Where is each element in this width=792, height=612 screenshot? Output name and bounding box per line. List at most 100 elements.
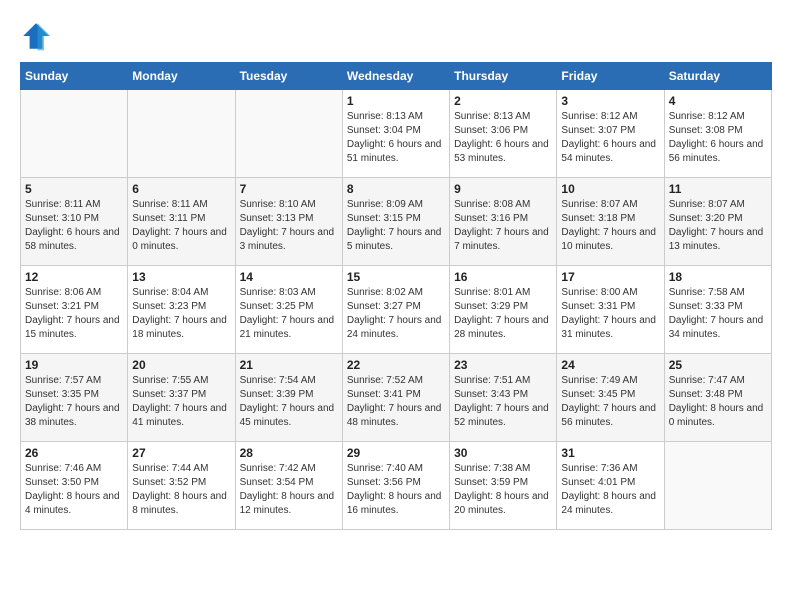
day-info: Sunrise: 8:13 AMSunset: 3:04 PMDaylight:… xyxy=(347,110,445,166)
calendar-cell: 16Sunrise: 8:01 AMSunset: 3:29 PMDayligh… xyxy=(450,266,557,354)
day-info: Sunrise: 8:09 AMSunset: 3:15 PMDaylight:… xyxy=(347,198,445,254)
day-info: Sunrise: 8:06 AMSunset: 3:21 PMDaylight:… xyxy=(25,286,123,342)
calendar-cell: 13 Sunrise: 8:04 AMSunset: 3:23 PMDayligh… xyxy=(128,266,235,354)
day-number: 1 xyxy=(347,94,445,108)
day-number: 21 xyxy=(240,358,338,372)
day-info: Sunrise: 7:40 AMSunset: 3:56 PMDaylight:… xyxy=(347,462,445,518)
weekday-header-row: SundayMondayTuesdayWednesdayThursdayFrid… xyxy=(21,63,772,90)
calendar-cell: 5 Sunrise: 8:11 AMSunset: 3:10 PMDaylight… xyxy=(21,178,128,266)
calendar-week-row: 12Sunrise: 8:06 AMSunset: 3:21 PMDayligh… xyxy=(21,266,772,354)
calendar-cell: 28 Sunrise: 7:42 AMSunset: 3:54 PMDayligh… xyxy=(235,442,342,530)
day-info: Sunrise: 8:08 AMSunset: 3:16 PMDaylight:… xyxy=(454,198,552,254)
day-number: 14 xyxy=(240,270,338,284)
weekday-header-saturday: Saturday xyxy=(664,63,771,90)
day-info: Sunrise: 7:52 AMSunset: 3:41 PMDaylight:… xyxy=(347,374,445,430)
day-number: 31 xyxy=(561,446,659,460)
day-number: 5 xyxy=(25,182,123,196)
day-number: 26 xyxy=(25,446,123,460)
calendar-cell: 2Sunrise: 8:13 AMSunset: 3:06 PMDaylight… xyxy=(450,90,557,178)
calendar-cell xyxy=(128,90,235,178)
calendar-cell: 29 Sunrise: 7:40 AMSunset: 3:56 PMDayligh… xyxy=(342,442,449,530)
day-number: 3 xyxy=(561,94,659,108)
day-number: 27 xyxy=(132,446,230,460)
calendar-cell: 1 Sunrise: 8:13 AMSunset: 3:04 PMDaylight… xyxy=(342,90,449,178)
day-info: Sunrise: 8:03 AMSunset: 3:25 PMDaylight:… xyxy=(240,286,338,342)
day-info: Sunrise: 7:54 AMSunset: 3:39 PMDaylight:… xyxy=(240,374,338,430)
weekday-header-monday: Monday xyxy=(128,63,235,90)
day-number: 20 xyxy=(132,358,230,372)
day-number: 29 xyxy=(347,446,445,460)
calendar-cell: 8 Sunrise: 8:09 AMSunset: 3:15 PMDaylight… xyxy=(342,178,449,266)
day-info: Sunrise: 8:12 AMSunset: 3:07 PMDaylight:… xyxy=(561,110,659,166)
day-number: 2 xyxy=(454,94,552,108)
calendar-cell: 27 Sunrise: 7:44 AMSunset: 3:52 PMDayligh… xyxy=(128,442,235,530)
day-number: 8 xyxy=(347,182,445,196)
calendar-cell: 24 Sunrise: 7:49 AMSunset: 3:45 PMDayligh… xyxy=(557,354,664,442)
day-info: Sunrise: 7:42 AMSunset: 3:54 PMDaylight:… xyxy=(240,462,338,518)
day-info: Sunrise: 7:49 AMSunset: 3:45 PMDaylight:… xyxy=(561,374,659,430)
day-number: 7 xyxy=(240,182,338,196)
calendar-cell: 10 Sunrise: 8:07 AMSunset: 3:18 PMDayligh… xyxy=(557,178,664,266)
day-info: Sunrise: 8:11 AMSunset: 3:11 PMDaylight:… xyxy=(132,198,230,254)
day-number: 23 xyxy=(454,358,552,372)
day-info: Sunrise: 7:58 AMSunset: 3:33 PMDaylight:… xyxy=(669,286,767,342)
day-number: 22 xyxy=(347,358,445,372)
calendar-cell: 7 Sunrise: 8:10 AMSunset: 3:13 PMDaylight… xyxy=(235,178,342,266)
day-info: Sunrise: 7:38 AMSunset: 3:59 PMDaylight:… xyxy=(454,462,552,518)
calendar-cell: 20 Sunrise: 7:55 AMSunset: 3:37 PMDayligh… xyxy=(128,354,235,442)
day-info: Sunrise: 8:04 AMSunset: 3:23 PMDaylight:… xyxy=(132,286,230,342)
day-number: 24 xyxy=(561,358,659,372)
day-info: Sunrise: 7:47 AMSunset: 3:48 PMDaylight:… xyxy=(669,374,767,430)
day-info: Sunrise: 7:55 AMSunset: 3:37 PMDaylight:… xyxy=(132,374,230,430)
day-info: Sunrise: 7:44 AMSunset: 3:52 PMDaylight:… xyxy=(132,462,230,518)
calendar-cell: 11 Sunrise: 8:07 AMSunset: 3:20 PMDayligh… xyxy=(664,178,771,266)
calendar-cell: 3 Sunrise: 8:12 AMSunset: 3:07 PMDaylight… xyxy=(557,90,664,178)
calendar-cell: 23 Sunrise: 7:51 AMSunset: 3:43 PMDayligh… xyxy=(450,354,557,442)
day-number: 10 xyxy=(561,182,659,196)
calendar-cell xyxy=(235,90,342,178)
day-number: 25 xyxy=(669,358,767,372)
day-info: Sunrise: 8:07 AMSunset: 3:18 PMDaylight:… xyxy=(561,198,659,254)
calendar-week-row: 1 Sunrise: 8:13 AMSunset: 3:04 PMDaylight… xyxy=(21,90,772,178)
calendar-cell: 26 Sunrise: 7:46 AMSunset: 3:50 PMDayligh… xyxy=(21,442,128,530)
weekday-header-tuesday: Tuesday xyxy=(235,63,342,90)
day-number: 9 xyxy=(454,182,552,196)
day-info: Sunrise: 8:11 AMSunset: 3:10 PMDaylight:… xyxy=(25,198,123,254)
day-info: Sunrise: 8:10 AMSunset: 3:13 PMDaylight:… xyxy=(240,198,338,254)
day-number: 6 xyxy=(132,182,230,196)
weekday-header-friday: Friday xyxy=(557,63,664,90)
day-info: Sunrise: 7:51 AMSunset: 3:43 PMDaylight:… xyxy=(454,374,552,430)
logo-icon xyxy=(20,20,52,52)
calendar-cell: 25 Sunrise: 7:47 AMSunset: 3:48 PMDayligh… xyxy=(664,354,771,442)
weekday-header-thursday: Thursday xyxy=(450,63,557,90)
calendar-cell: 9 Sunrise: 8:08 AMSunset: 3:16 PMDaylight… xyxy=(450,178,557,266)
day-number: 13 xyxy=(132,270,230,284)
calendar-cell: 31 Sunrise: 7:36 AMSunset: 4:01 PMDayligh… xyxy=(557,442,664,530)
calendar-cell: 6 Sunrise: 8:11 AMSunset: 3:11 PMDaylight… xyxy=(128,178,235,266)
calendar-cell: 30Sunrise: 7:38 AMSunset: 3:59 PMDayligh… xyxy=(450,442,557,530)
day-number: 19 xyxy=(25,358,123,372)
weekday-header-sunday: Sunday xyxy=(21,63,128,90)
day-info: Sunrise: 8:02 AMSunset: 3:27 PMDaylight:… xyxy=(347,286,445,342)
calendar-cell xyxy=(664,442,771,530)
calendar-cell: 17Sunrise: 8:00 AMSunset: 3:31 PMDayligh… xyxy=(557,266,664,354)
day-info: Sunrise: 7:36 AMSunset: 4:01 PMDaylight:… xyxy=(561,462,659,518)
calendar-week-row: 19 Sunrise: 7:57 AMSunset: 3:35 PMDayligh… xyxy=(21,354,772,442)
day-info: Sunrise: 8:07 AMSunset: 3:20 PMDaylight:… xyxy=(669,198,767,254)
logo xyxy=(20,20,56,52)
calendar-cell: 19 Sunrise: 7:57 AMSunset: 3:35 PMDayligh… xyxy=(21,354,128,442)
day-info: Sunrise: 8:12 AMSunset: 3:08 PMDaylight:… xyxy=(669,110,767,166)
day-info: Sunrise: 7:57 AMSunset: 3:35 PMDaylight:… xyxy=(25,374,123,430)
calendar-cell: 4 Sunrise: 8:12 AMSunset: 3:08 PMDaylight… xyxy=(664,90,771,178)
day-info: Sunrise: 7:46 AMSunset: 3:50 PMDaylight:… xyxy=(25,462,123,518)
calendar-cell: 22 Sunrise: 7:52 AMSunset: 3:41 PMDayligh… xyxy=(342,354,449,442)
day-info: Sunrise: 8:01 AMSunset: 3:29 PMDaylight:… xyxy=(454,286,552,342)
calendar-cell: 21 Sunrise: 7:54 AMSunset: 3:39 PMDayligh… xyxy=(235,354,342,442)
day-number: 18 xyxy=(669,270,767,284)
calendar-week-row: 26 Sunrise: 7:46 AMSunset: 3:50 PMDayligh… xyxy=(21,442,772,530)
day-number: 4 xyxy=(669,94,767,108)
calendar-cell: 12Sunrise: 8:06 AMSunset: 3:21 PMDayligh… xyxy=(21,266,128,354)
day-number: 28 xyxy=(240,446,338,460)
calendar-week-row: 5 Sunrise: 8:11 AMSunset: 3:10 PMDaylight… xyxy=(21,178,772,266)
day-number: 11 xyxy=(669,182,767,196)
